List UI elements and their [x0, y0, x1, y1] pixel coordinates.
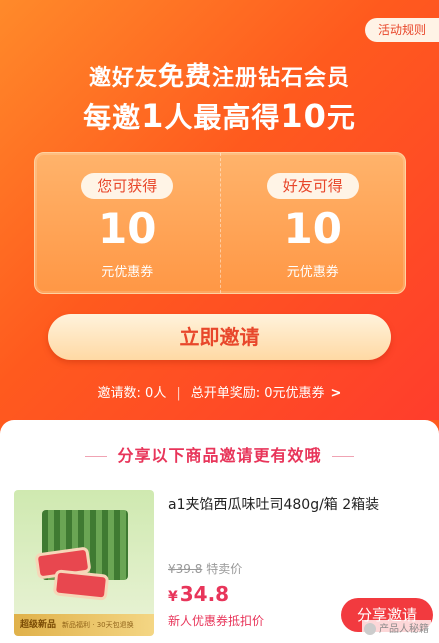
- product-image[interactable]: 超级新品 新品福利 · 30天包退换: [14, 490, 154, 636]
- currency-symbol: ¥: [168, 589, 178, 605]
- stats-divider: |: [176, 386, 181, 401]
- reward-num: 1: [141, 97, 165, 135]
- reward-friend-amount: 10: [283, 204, 342, 253]
- reward-prefix: 每邀: [83, 101, 142, 134]
- original-price-label: 特卖价: [206, 562, 243, 576]
- original-price: ¥39.8 特卖价: [168, 560, 242, 577]
- activity-rules-button[interactable]: 活动规则: [365, 18, 439, 42]
- chevron-right-icon[interactable]: >: [331, 386, 342, 401]
- reward-you-amount: 10: [98, 204, 157, 253]
- price-note: 新人优惠券抵扣价: [168, 614, 265, 628]
- reward-mid: 人最高得: [164, 101, 281, 134]
- reward-you-unit: 元优惠券: [101, 265, 154, 280]
- reward-friend-unit: 元优惠券: [286, 265, 339, 280]
- price-value: 34.8: [179, 582, 230, 606]
- product-panel: 分享以下商品邀请更有效哦 超级新品 新品福利 · 30天包退换 a1夹馅西瓜味吐司…: [0, 420, 439, 643]
- reward-amount: 10: [280, 97, 327, 135]
- discount-price: ¥34.8: [168, 582, 229, 606]
- headline-reward: 每邀1人最高得10元: [0, 96, 439, 136]
- section-title: 分享以下商品邀请更有效哦: [0, 442, 439, 466]
- headline-suffix: 注册钻石会员: [212, 66, 351, 91]
- reward-card: 您可获得 10 元优惠券 好友可得 10 元优惠券: [34, 152, 406, 294]
- wechat-icon: [364, 623, 376, 635]
- headline-invite: 邀好友免费注册钻石会员: [0, 56, 439, 93]
- watermelon-slice-graphic: [52, 569, 110, 601]
- product-name[interactable]: a1夹馅西瓜味吐司480g/箱 2箱装: [168, 494, 432, 514]
- watermark-text: 产品人秘籍: [379, 624, 429, 635]
- reward-friend: 好友可得 10 元优惠券: [219, 153, 406, 293]
- badge-tag: 超级新品: [20, 620, 57, 630]
- invite-count: 邀请数: 0人: [97, 386, 167, 401]
- reward-friend-label: 好友可得: [266, 173, 359, 199]
- headline-prefix: 邀好友: [88, 66, 158, 91]
- original-price-value: ¥39.8: [168, 562, 203, 576]
- headline-free: 免费: [157, 62, 212, 92]
- reward-you: 您可获得 10 元优惠券: [35, 153, 220, 293]
- product-badge: 超级新品 新品福利 · 30天包退换: [14, 614, 154, 636]
- badge-sub: 新品福利 · 30天包退换: [62, 621, 134, 629]
- section-title-text: 分享以下商品邀请更有效哦: [117, 446, 322, 465]
- reward-suffix: 元: [326, 101, 356, 134]
- watermark: 产品人秘籍: [362, 620, 431, 635]
- invite-stats[interactable]: 邀请数: 0人 | 总开单奖励: 0元优惠券 >: [0, 382, 439, 401]
- total-reward: 总开单奖励: 0元优惠券: [190, 386, 325, 401]
- invite-now-button[interactable]: 立即邀请: [48, 314, 391, 360]
- reward-you-label: 您可获得: [81, 173, 174, 199]
